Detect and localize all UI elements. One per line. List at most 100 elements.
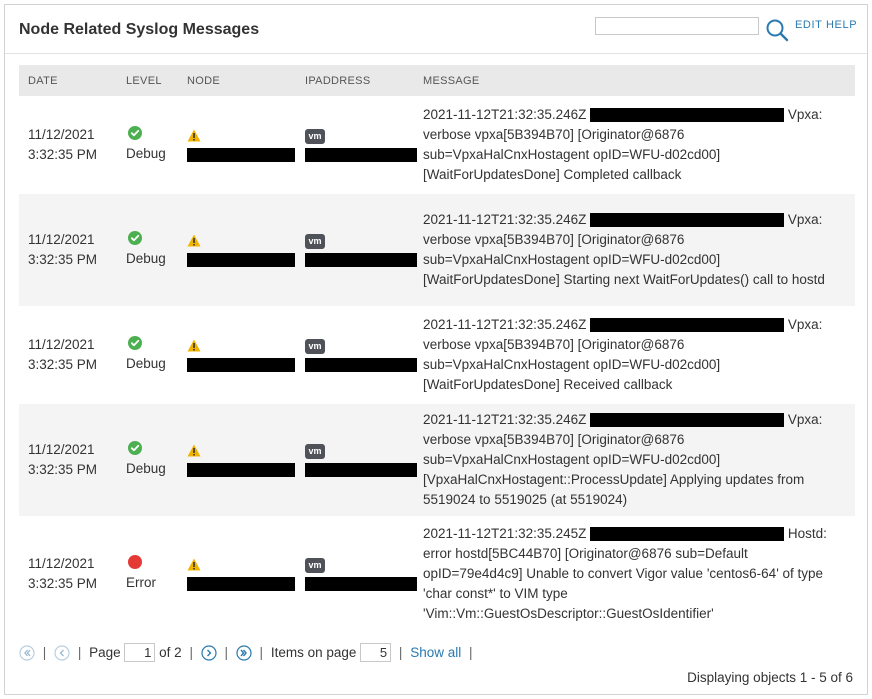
ip-cell: vm — [296, 306, 417, 403]
pager-separator: | — [259, 645, 264, 660]
syslog-table: DATE LEVEL NODE IPADDRESS MESSAGE 11/12/… — [19, 65, 855, 630]
message-timestamp: 2021-11-12T21:32:35.246Z — [423, 212, 587, 227]
column-header-ipaddress[interactable]: IPADDRESS — [296, 65, 414, 97]
node-link-redacted[interactable] — [187, 357, 295, 372]
ip-redacted — [305, 252, 417, 267]
warning-icon — [187, 234, 201, 246]
show-all-link[interactable]: Show all — [410, 645, 461, 660]
message-body: verbose vpxa[5B394B70] [Originator@6876 … — [423, 127, 721, 182]
vm-icon: vm — [305, 338, 325, 354]
vm-icon: vm — [305, 233, 325, 249]
page-count-label: of 2 — [159, 645, 182, 660]
message-timestamp: 2021-11-12T21:32:35.245Z — [423, 526, 587, 541]
ok-check-icon — [128, 336, 142, 350]
page-label: Page — [89, 645, 121, 660]
node-cell — [178, 516, 296, 630]
time-text: 3:32:35 PM — [28, 576, 98, 591]
prev-page-icon[interactable] — [54, 644, 70, 661]
node-cell — [178, 306, 296, 403]
node-cell — [178, 96, 296, 193]
pager-separator: | — [189, 645, 193, 660]
vm-icon: vm — [305, 557, 325, 573]
search-icon[interactable] — [765, 18, 789, 42]
first-page-icon[interactable] — [19, 644, 35, 661]
message-cell: 2021-11-12T21:32:35.246Z Vpxa: verbose v… — [414, 192, 855, 307]
message-redacted — [590, 527, 785, 542]
ip-redacted — [305, 147, 417, 162]
date-text: 11/12/2021 — [28, 337, 95, 352]
date-text: 11/12/2021 — [28, 556, 95, 571]
syslog-panel: Node Related Syslog Messages EDIT HELP D… — [4, 4, 868, 695]
node-link-redacted[interactable] — [187, 147, 295, 162]
message-timestamp: 2021-11-12T21:32:35.246Z — [423, 412, 587, 427]
table-row: 11/12/2021 3:32:35 PM Debug vm 2021-11-1… — [19, 96, 855, 193]
message-cell: 2021-11-12T21:32:35.246Z Vpxa: verbose v… — [414, 306, 855, 403]
edit-link[interactable]: EDIT — [795, 19, 822, 31]
ip-cell: vm — [296, 516, 417, 630]
pager: | | Page of 2 | | | Items on page | Show… — [19, 643, 477, 663]
ip-redacted — [305, 462, 417, 477]
last-page-icon[interactable] — [236, 644, 252, 661]
date-cell: 11/12/2021 3:32:35 PM — [19, 306, 117, 403]
level-text: Debug — [126, 461, 166, 476]
level-text: Debug — [126, 356, 166, 371]
column-header-date[interactable]: DATE — [19, 65, 117, 97]
help-link[interactable]: HELP — [826, 19, 857, 31]
display-status: Displaying objects 1 - 5 of 6 — [687, 670, 853, 685]
message-body: verbose vpxa[5B394B70] [Originator@6876 … — [423, 232, 825, 287]
message-cell: 2021-11-12T21:32:35.245Z Hostd: error ho… — [414, 516, 855, 630]
message-redacted — [590, 413, 785, 428]
pager-separator: | — [77, 645, 82, 660]
message-timestamp: 2021-11-12T21:32:35.246Z — [423, 107, 587, 122]
level-cell: Error — [117, 516, 178, 630]
level-text: Debug — [126, 146, 166, 161]
warning-icon — [187, 129, 201, 141]
column-header-level[interactable]: LEVEL — [117, 65, 178, 97]
table-row: 11/12/2021 3:32:35 PM Error vm 2021-11-1… — [19, 516, 855, 630]
node-link-redacted[interactable] — [187, 252, 295, 267]
ok-check-icon — [128, 231, 142, 245]
message-source: Vpxa: — [787, 317, 823, 332]
pager-separator: | — [398, 645, 403, 660]
node-cell — [178, 402, 296, 517]
date-cell: 11/12/2021 3:32:35 PM — [19, 192, 117, 307]
table-row: 11/12/2021 3:32:35 PM Debug vm 2021-11-1… — [19, 402, 855, 517]
message-redacted — [590, 108, 785, 123]
date-cell: 11/12/2021 3:32:35 PM — [19, 516, 117, 630]
vm-icon: vm — [305, 443, 325, 459]
column-header-message[interactable]: MESSAGE — [414, 65, 855, 97]
node-cell — [178, 192, 296, 307]
warning-icon — [187, 558, 201, 570]
message-timestamp: 2021-11-12T21:32:35.246Z — [423, 317, 587, 332]
pager-separator: | — [42, 645, 47, 660]
vm-icon: vm — [305, 128, 325, 144]
date-cell: 11/12/2021 3:32:35 PM — [19, 96, 117, 193]
message-cell: 2021-11-12T21:32:35.246Z Vpxa: verbose v… — [414, 96, 855, 193]
pager-separator: | — [469, 645, 473, 660]
items-per-page-input[interactable] — [360, 643, 392, 662]
level-cell: Debug — [117, 192, 178, 307]
message-redacted — [590, 318, 785, 333]
next-page-icon[interactable] — [201, 644, 217, 661]
search-input[interactable] — [595, 17, 759, 35]
level-text: Error — [126, 575, 156, 590]
message-source: Vpxa: — [787, 107, 823, 122]
ip-cell: vm — [296, 96, 417, 193]
level-text: Debug — [126, 251, 166, 266]
time-text: 3:32:35 PM — [28, 357, 98, 372]
message-cell: 2021-11-12T21:32:35.246Z Vpxa: verbose v… — [414, 402, 855, 517]
items-on-page-label: Items on page — [270, 645, 357, 660]
level-cell: Debug — [117, 402, 178, 517]
node-link-redacted[interactable] — [187, 576, 295, 591]
table-header-row: DATE LEVEL NODE IPADDRESS MESSAGE — [19, 65, 855, 97]
page-number-input[interactable] — [124, 643, 156, 662]
column-header-node[interactable]: NODE — [178, 65, 296, 97]
message-source: Vpxa: — [787, 212, 823, 227]
warning-icon — [187, 339, 201, 351]
ip-redacted — [305, 576, 417, 591]
date-text: 11/12/2021 — [28, 442, 95, 457]
message-body: error hostd[5BC44B70] [Originator@6876 s… — [423, 546, 824, 621]
date-text: 11/12/2021 — [28, 232, 95, 247]
node-link-redacted[interactable] — [187, 462, 295, 477]
message-body: verbose vpxa[5B394B70] [Originator@6876 … — [423, 432, 805, 507]
